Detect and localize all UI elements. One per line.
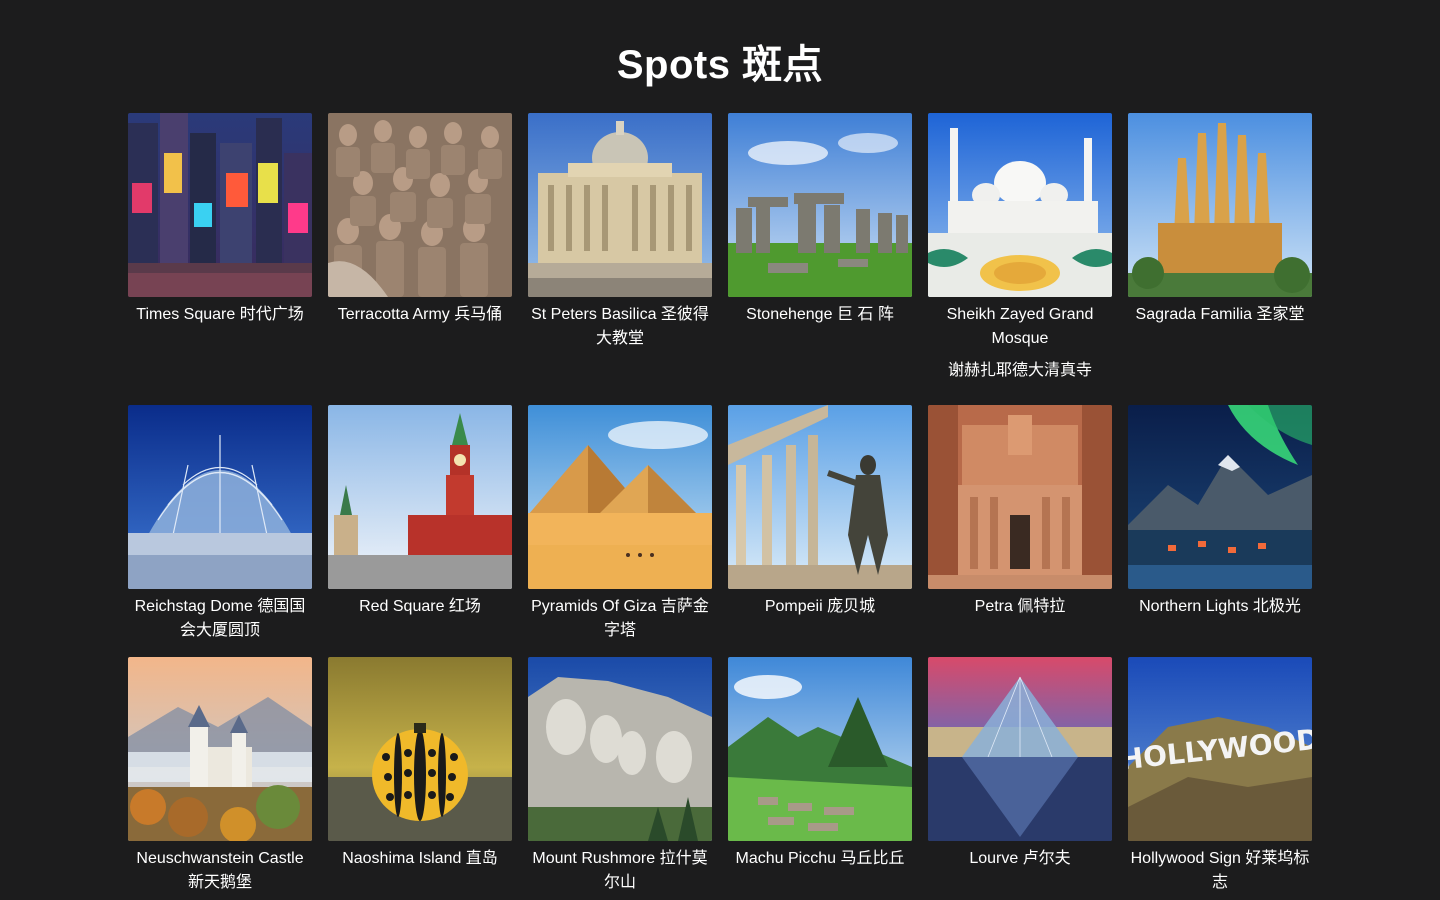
spot-card-sheikh-zayed-mosque[interactable]: Sheikh Zayed Grand Mosque 谢赫扎耶德大清真寺 bbox=[928, 113, 1112, 383]
sagrada-familia-photo[interactable] bbox=[1128, 113, 1312, 297]
spot-card-hollywood-sign[interactable]: HOLLYWOOD Hollywood Sign 好莱坞标志 bbox=[1128, 657, 1312, 895]
spot-label[interactable]: Neuschwanstein Castle 新天鹅堡 bbox=[128, 847, 312, 895]
spot-card-neuschwanstein-castle[interactable]: Neuschwanstein Castle 新天鹅堡 bbox=[128, 657, 312, 895]
spot-label[interactable]: Terracotta Army 兵马俑 bbox=[328, 303, 512, 327]
pompeii-photo[interactable] bbox=[728, 405, 912, 589]
northern-lights-photo[interactable] bbox=[1128, 405, 1312, 589]
pyramids-of-giza-photo[interactable] bbox=[528, 405, 712, 589]
spot-card-machu-picchu[interactable]: Machu Picchu 马丘比丘 bbox=[728, 657, 912, 871]
spot-label[interactable]: Pyramids Of Giza 吉萨金字塔 bbox=[528, 595, 712, 643]
spot-label[interactable]: Hollywood Sign 好莱坞标志 bbox=[1128, 847, 1312, 895]
spot-label[interactable]: Pompeii 庞贝城 bbox=[728, 595, 912, 619]
spot-label[interactable]: Times Square 时代广场 bbox=[128, 303, 312, 327]
stonehenge-photo[interactable] bbox=[728, 113, 912, 297]
spot-card-st-peters-basilica[interactable]: St Peters Basilica 圣彼得大教堂 bbox=[528, 113, 712, 351]
spot-card-times-square[interactable]: Times Square 时代广场 bbox=[128, 113, 312, 327]
times-square-photo[interactable] bbox=[128, 113, 312, 297]
hollywood-sign-photo[interactable]: HOLLYWOOD bbox=[1128, 657, 1312, 841]
louvre-photo[interactable] bbox=[928, 657, 1112, 841]
sheikh-zayed-mosque-photo[interactable] bbox=[928, 113, 1112, 297]
spot-label[interactable]: Machu Picchu 马丘比丘 bbox=[728, 847, 912, 871]
spot-label[interactable]: Petra 佩特拉 bbox=[928, 595, 1112, 619]
st-peters-basilica-photo[interactable] bbox=[528, 113, 712, 297]
spot-label[interactable]: Sheikh Zayed Grand Mosque bbox=[928, 303, 1112, 351]
spot-card-petra[interactable]: Petra 佩特拉 bbox=[928, 405, 1112, 619]
neuschwanstein-castle-photo[interactable] bbox=[128, 657, 312, 841]
spot-label[interactable]: Mount Rushmore 拉什莫尔山 bbox=[528, 847, 712, 895]
spot-card-pompeii[interactable]: Pompeii 庞贝城 bbox=[728, 405, 912, 619]
spot-label[interactable]: Northern Lights 北极光 bbox=[1128, 595, 1312, 619]
spot-label[interactable]: Stonehenge 巨 石 阵 bbox=[728, 303, 912, 327]
spot-card-reichstag-dome[interactable]: Reichstag Dome 德国国会大厦圆顶 bbox=[128, 405, 312, 643]
spot-label-extra: 谢赫扎耶德大清真寺 bbox=[947, 362, 1092, 379]
spot-label[interactable]: St Peters Basilica 圣彼得大教堂 bbox=[528, 303, 712, 351]
spot-label[interactable]: Naoshima Island 直岛 bbox=[328, 847, 512, 871]
spot-label[interactable]: Red Square 红场 bbox=[328, 595, 512, 619]
spot-card-louvre[interactable]: Lourve 卢尔夫 bbox=[928, 657, 1112, 871]
spot-card-mount-rushmore[interactable]: Mount Rushmore 拉什莫尔山 bbox=[528, 657, 712, 895]
petra-photo[interactable] bbox=[928, 405, 1112, 589]
spot-card-stonehenge[interactable]: Stonehenge 巨 石 阵 bbox=[728, 113, 912, 327]
spot-label[interactable]: Reichstag Dome 德国国会大厦圆顶 bbox=[128, 595, 312, 643]
spot-card-red-square[interactable]: Red Square 红场 bbox=[328, 405, 512, 619]
machu-picchu-photo[interactable] bbox=[728, 657, 912, 841]
reichstag-dome-photo[interactable] bbox=[128, 405, 312, 589]
spot-card-naoshima-island[interactable]: Naoshima Island 直岛 bbox=[328, 657, 512, 871]
spot-card-northern-lights[interactable]: Northern Lights 北极光 bbox=[1128, 405, 1312, 619]
page-title: Spots 斑点 bbox=[616, 43, 824, 87]
terracotta-army-photo[interactable] bbox=[328, 113, 512, 297]
naoshima-island-photo[interactable] bbox=[328, 657, 512, 841]
red-square-photo[interactable] bbox=[328, 405, 512, 589]
spot-label[interactable]: Lourve 卢尔夫 bbox=[928, 847, 1112, 871]
spot-card-sagrada-familia[interactable]: Sagrada Familia 圣家堂 bbox=[1128, 113, 1312, 327]
spot-card-pyramids-of-giza[interactable]: Pyramids Of Giza 吉萨金字塔 bbox=[528, 405, 712, 643]
mount-rushmore-photo[interactable] bbox=[528, 657, 712, 841]
spot-label[interactable]: Sagrada Familia 圣家堂 bbox=[1128, 303, 1312, 327]
spot-card-terracotta-army[interactable]: Terracotta Army 兵马俑 bbox=[328, 113, 512, 327]
